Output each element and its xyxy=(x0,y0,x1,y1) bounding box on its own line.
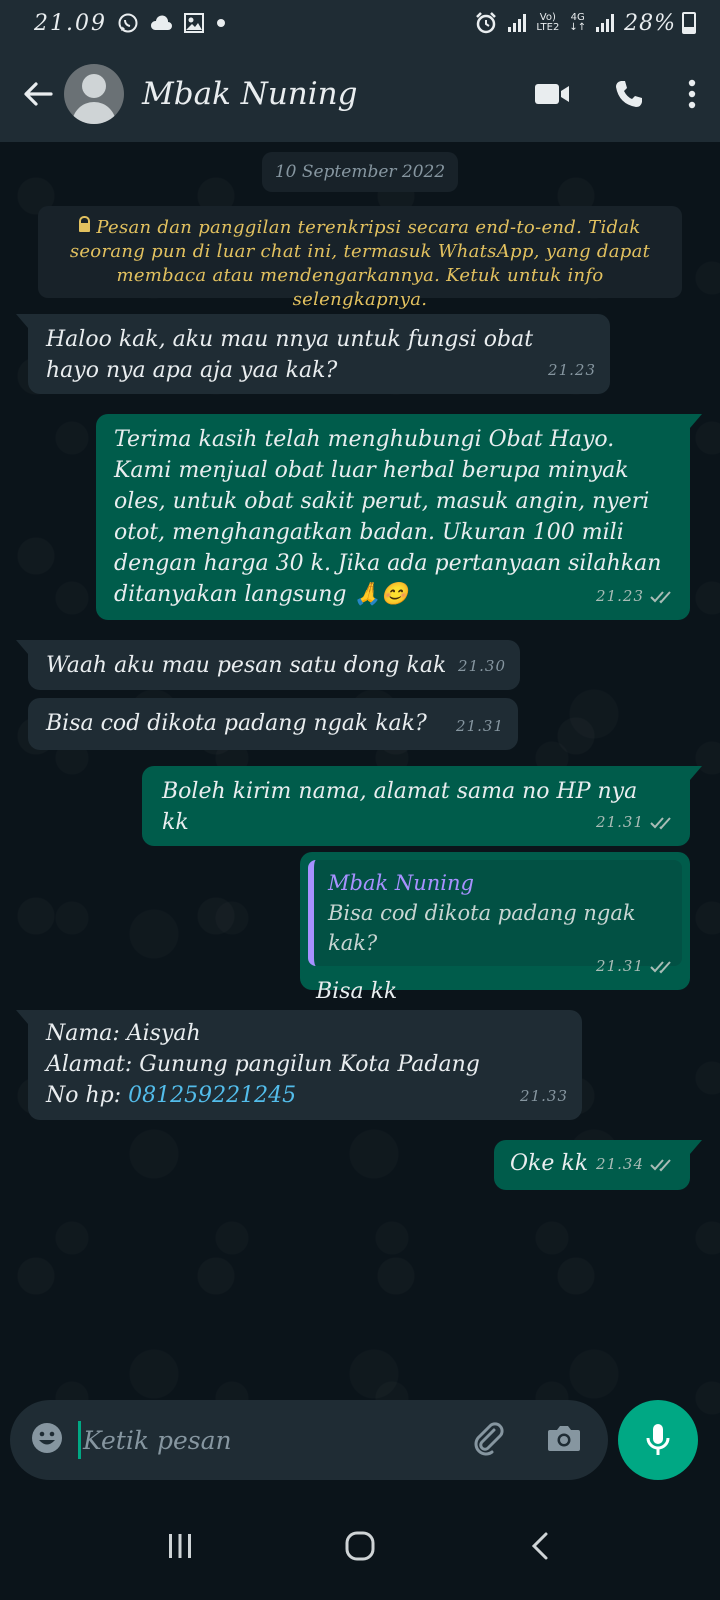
header-actions xyxy=(534,79,702,109)
phone-number-link[interactable]: 081259221245 xyxy=(128,1083,296,1108)
message-bubble-incoming[interactable]: Waah aku mau pesan satu dong kak 21.30 xyxy=(16,640,520,690)
status-bar-left: 21.09 xyxy=(34,11,227,36)
emoji-icon[interactable] xyxy=(30,1421,64,1459)
quoted-sender: Mbak Nuning xyxy=(328,871,474,895)
message-time: 21.33 xyxy=(520,1087,568,1105)
message-time: 21.23 xyxy=(548,361,596,379)
recent-apps-icon[interactable] xyxy=(150,1516,210,1576)
read-ticks-icon xyxy=(650,1158,671,1171)
chat-header: Mbak Nuning xyxy=(0,46,720,142)
message-bubble-outgoing[interactable]: Oke kk 21.34 xyxy=(494,1140,702,1190)
read-ticks-icon xyxy=(650,960,671,973)
message-meta: 21.23 xyxy=(596,581,676,612)
message-time: 21.31 xyxy=(596,813,644,831)
network-type: 4G ↓↑ xyxy=(569,13,586,33)
message-line-name: Nama: Aisyah xyxy=(46,1021,201,1046)
message-meta: 21.33 xyxy=(520,1081,568,1112)
message-time: 21.34 xyxy=(596,1155,644,1173)
message-text: Bisa cod dikota padang ngak kak? xyxy=(46,711,427,736)
data-arrows-icon: ↓↑ xyxy=(569,22,587,33)
message-meta: 21.23 xyxy=(548,355,596,386)
message-line-phone: No hp: 081259221245 xyxy=(46,1080,564,1111)
network-label-bottom: LTE2 xyxy=(536,22,560,33)
message-meta: 21.31 xyxy=(456,711,504,742)
encryption-notice-text: Pesan dan panggilan terenkripsi secara e… xyxy=(69,217,651,310)
message-bubble-outgoing-reply[interactable]: Mbak Nuning Bisa cod dikota padang ngak … xyxy=(300,852,690,1004)
composer-actions xyxy=(470,1420,588,1460)
message-time: 21.31 xyxy=(596,957,644,975)
message-line-address: Alamat: Gunung pangilun Kota Padang xyxy=(46,1052,480,1077)
quoted-text: Bisa cod dikota padang ngak kak? xyxy=(328,901,636,955)
status-bar-right: Vo) LTE2 4G ↓↑ 28% xyxy=(474,11,696,36)
signal-icon xyxy=(508,14,527,32)
message-time: 21.31 xyxy=(456,717,504,735)
message-input[interactable]: Ketik pesan xyxy=(83,1426,232,1455)
message-time: 21.30 xyxy=(458,657,506,675)
date-divider: 10 September 2022 xyxy=(262,152,458,192)
more-options-icon[interactable] xyxy=(688,79,696,109)
phone-label: No hp: xyxy=(46,1083,129,1108)
home-icon[interactable] xyxy=(330,1516,390,1576)
read-ticks-icon xyxy=(650,816,671,829)
attachment-icon[interactable] xyxy=(470,1420,506,1460)
lock-icon xyxy=(79,216,91,232)
battery-percent: 28% xyxy=(624,10,676,36)
whatsapp-icon xyxy=(117,12,139,34)
message-meta: 21.31 xyxy=(596,951,676,982)
avatar[interactable] xyxy=(64,64,124,124)
cloud-icon xyxy=(149,14,173,32)
dot-icon xyxy=(215,17,227,29)
video-call-icon[interactable] xyxy=(534,82,570,106)
message-text: Haloo kak, aku mau nnya untuk fungsi oba… xyxy=(46,327,541,383)
phone-icon[interactable] xyxy=(614,79,644,109)
microphone-icon xyxy=(646,1424,670,1455)
network-label: Vo) LTE2 xyxy=(536,13,559,33)
microphone-button[interactable] xyxy=(618,1400,698,1480)
message-meta: 21.34 xyxy=(596,1149,676,1180)
read-ticks-icon xyxy=(650,590,671,603)
camera-icon[interactable] xyxy=(546,1423,582,1457)
message-text: Terima kasih telah menghubungi Obat Hayo… xyxy=(114,427,669,607)
message-text: Boleh kirim nama, alamat sama no HP nya … xyxy=(162,779,645,835)
contact-name[interactable]: Mbak Nuning xyxy=(142,76,358,112)
chat-area[interactable]: 10 September 2022 Pesan dan panggilan te… xyxy=(0,142,720,1417)
message-bubble-outgoing[interactable]: Terima kasih telah menghubungi Obat Hayo… xyxy=(96,414,702,620)
gallery-icon xyxy=(183,12,205,34)
message-text: Waah aku mau pesan satu dong kak xyxy=(46,653,447,678)
text-cursor xyxy=(78,1421,81,1459)
message-time: 21.23 xyxy=(596,587,644,605)
encryption-notice[interactable]: Pesan dan panggilan terenkripsi secara e… xyxy=(38,206,682,310)
system-navigation-bar xyxy=(0,1492,720,1600)
alarm-icon xyxy=(474,11,498,35)
message-bubble-incoming[interactable]: Bisa cod dikota padang ngak kak? 21.31 xyxy=(28,698,518,750)
message-bubble-outgoing[interactable]: Boleh kirim nama, alamat sama no HP nya … xyxy=(142,766,702,846)
signal-icon xyxy=(596,14,615,32)
message-meta: 21.30 xyxy=(458,651,506,682)
status-bar: 21.09 Vo) LTE2 4G ↓↑ 28% xyxy=(0,0,720,46)
back-arrow-icon[interactable] xyxy=(18,74,58,114)
message-bubble-incoming[interactable]: Nama: Aisyah Alamat: Gunung pangilun Kot… xyxy=(16,1010,582,1120)
back-nav-icon[interactable] xyxy=(510,1516,570,1576)
message-meta: 21.31 xyxy=(596,807,676,838)
battery-icon xyxy=(682,12,696,34)
battery-indicator: 28% xyxy=(624,11,696,36)
status-time: 21.09 xyxy=(34,10,107,36)
message-bubble-incoming[interactable]: Haloo kak, aku mau nnya untuk fungsi oba… xyxy=(16,314,610,394)
message-composer: Ketik pesan xyxy=(10,1400,608,1480)
